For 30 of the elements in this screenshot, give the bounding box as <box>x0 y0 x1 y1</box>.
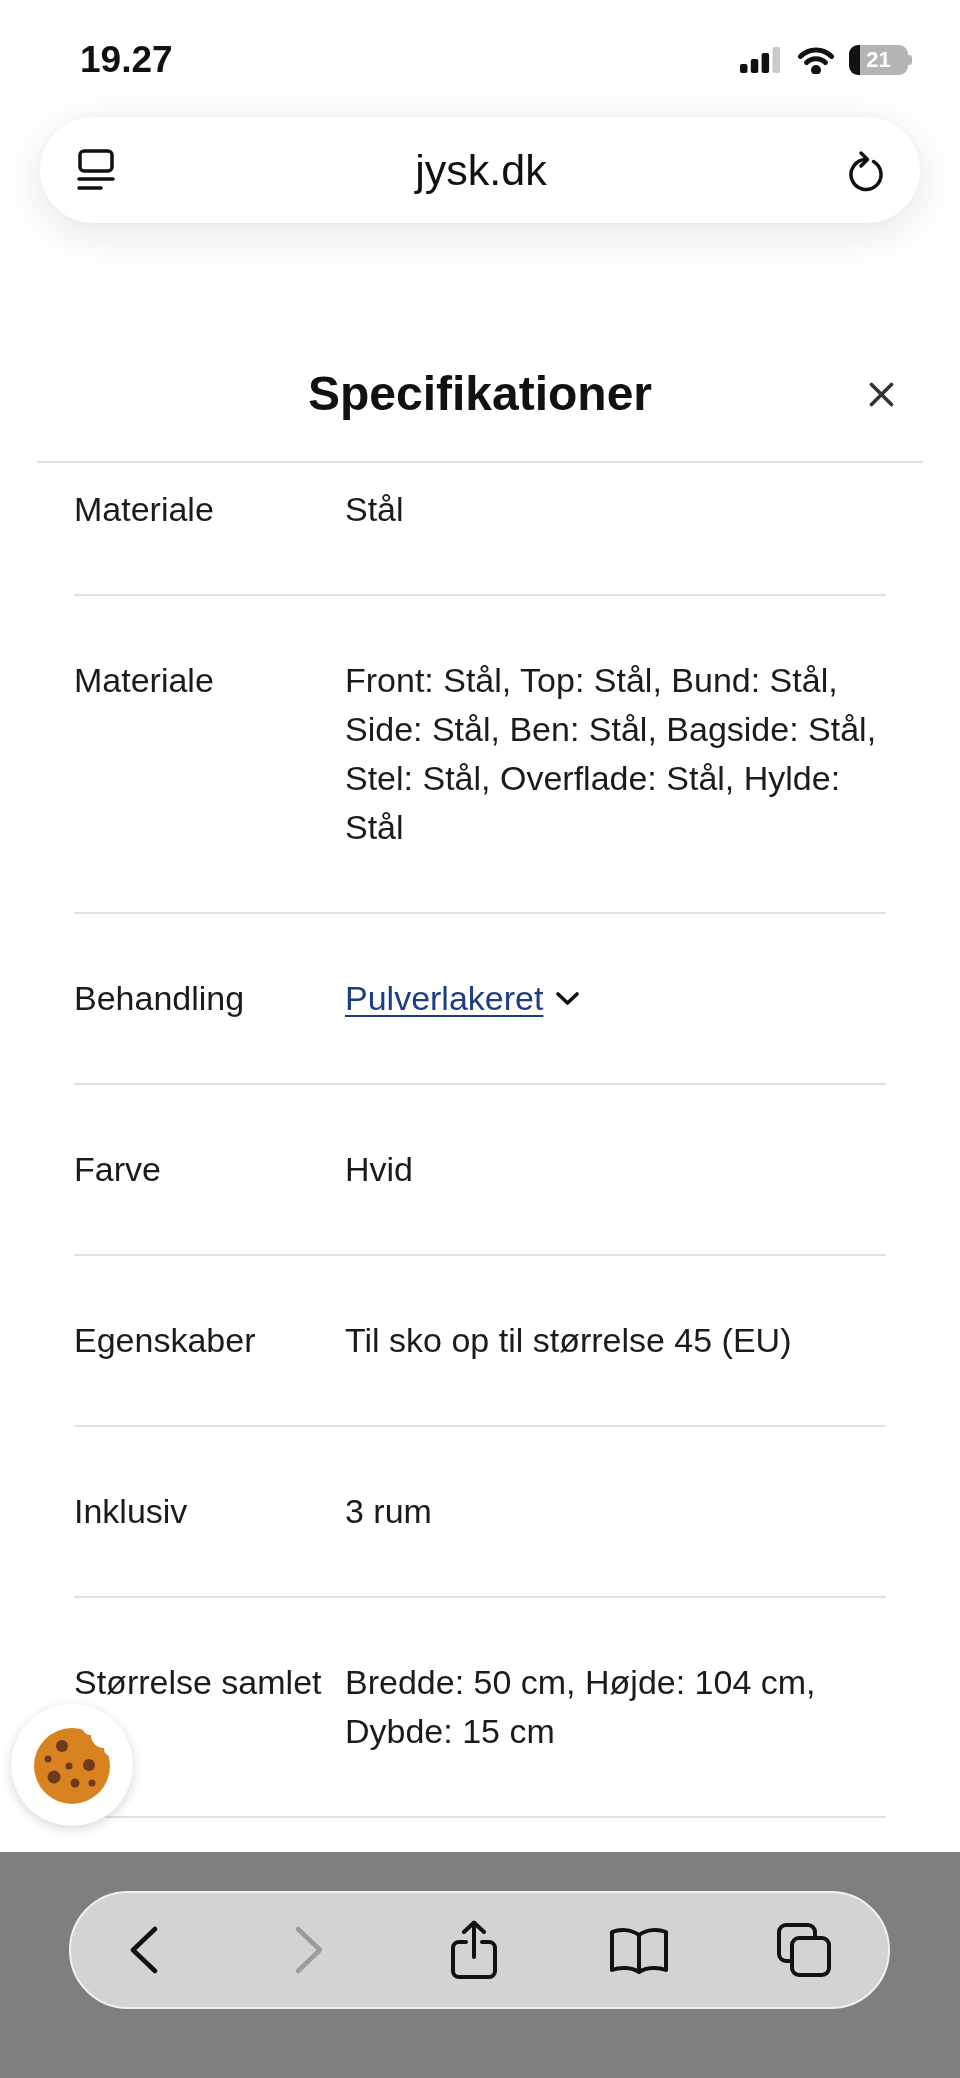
spec-value: 3 rum <box>345 1491 433 1532</box>
value-link[interactable]: Pulverlakeret <box>345 974 544 1023</box>
spec-value: Bredde: 50 cm, Højde: 104 cm, Dybde: 15 cm <box>345 1662 817 1752</box>
spec-label: Behandling <box>74 978 245 1019</box>
status-time: 19.27 <box>80 40 173 80</box>
spec-label: Inklusiv <box>74 1491 188 1532</box>
spec-label: Farve <box>74 1149 161 1190</box>
panel-title: Specifikationer <box>307 366 653 422</box>
cookie-button[interactable] <box>11 1704 133 1826</box>
share-icon[interactable] <box>450 1920 498 1980</box>
spec-label: Egenskaber <box>74 1320 256 1361</box>
book-icon[interactable] <box>609 1926 669 1974</box>
spec-value: Stål <box>345 489 405 530</box>
reload-icon[interactable] <box>847 148 885 192</box>
spec-label: Materiale <box>74 660 214 701</box>
battery-indicator: 21 <box>849 45 912 75</box>
spec-value: Til sko op til størrelse 45 (EU) <box>345 1320 793 1361</box>
wifi-icon <box>796 46 836 74</box>
close-icon[interactable] <box>869 381 894 407</box>
spec-label: Materiale <box>74 489 214 530</box>
page-menu-icon[interactable] <box>77 149 115 191</box>
signal-icon <box>740 47 780 73</box>
spec-value: Front: Stål, Top: Stål, Bund: Stål, Side: Stål, Ben: Stål, Bagside: Stål, Stel: Stål, Overflade: Stål, Hylde: Stål <box>345 660 878 848</box>
chevron-icon[interactable] <box>555 991 581 1006</box>
spec-value: Hvid <box>345 1149 415 1190</box>
cookie-icon[interactable] <box>32 1725 112 1805</box>
back-icon[interactable] <box>130 1926 158 1974</box>
spec-label: Størrelse samlet <box>74 1662 322 1703</box>
url-text[interactable]: jysk.dk <box>415 144 547 196</box>
tabs-icon[interactable] <box>776 1922 832 1978</box>
